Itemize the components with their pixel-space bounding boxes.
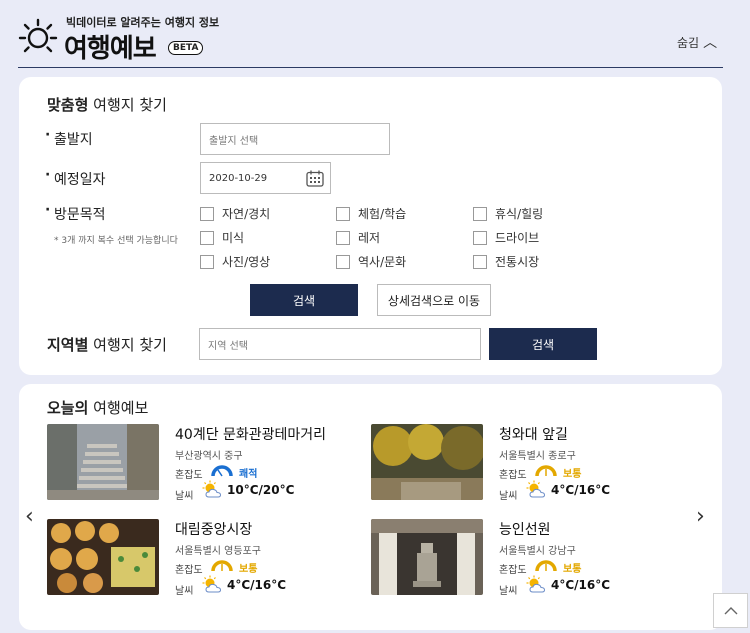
place-name: 대림중앙시장 (175, 522, 253, 538)
place-name: 40계단 문화관광테마거리 (175, 427, 327, 443)
place-name: 능인선원 (499, 522, 551, 538)
crowd-gauge-icon (211, 560, 233, 572)
region-search-button[interactable]: 검색 (489, 328, 597, 360)
custom-search-title: 맞춤형 여행지 찾기 (47, 96, 167, 114)
place-card[interactable]: 40계단 문화관광테마거리 부산광역시 중구 혼잡도 쾌적 날씨 10°C/20… (47, 424, 347, 504)
purpose-checkbox-food[interactable]: 미식 (200, 229, 244, 246)
region-input[interactable]: 지역 선택 (199, 328, 481, 360)
crowd-gauge-icon (535, 465, 557, 477)
place-address: 서울특별시 영등포구 (175, 546, 261, 557)
origin-label: 출발지 (45, 127, 93, 149)
place-photo-temple[interactable] (371, 519, 483, 595)
scroll-to-top-button[interactable] (713, 593, 748, 628)
purpose-checkbox-photo[interactable]: 사진/영상 (200, 253, 270, 270)
temperature: 4°C/16°C (551, 578, 611, 592)
date-label: 예정일자 (45, 167, 105, 189)
place-card[interactable]: 능인선원 서울특별시 강남구 혼잡도 보통 날씨 4°C/16°C (371, 519, 671, 599)
crowd-value: 보통 (563, 564, 582, 575)
calendar-icon[interactable] (306, 170, 324, 187)
purpose-hint: * 3개 까지 복수 선택 가능합니다 (54, 236, 178, 246)
prev-arrow-icon[interactable]: ‹ (25, 504, 34, 529)
place-card[interactable]: 대림중앙시장 서울특별시 영등포구 혼잡도 보통 날씨 4°C/16°C (47, 519, 347, 599)
forecast-title: 오늘의 여행예보 (47, 399, 149, 417)
next-arrow-icon[interactable]: › (696, 504, 705, 529)
checkbox-box[interactable] (336, 206, 350, 221)
temperature: 10°C/20°C (227, 483, 295, 497)
crowd-label: 혼잡도 (175, 470, 203, 481)
detail-search-button[interactable]: 상세검색으로 이동 (377, 284, 491, 316)
temperature: 4°C/16°C (227, 578, 287, 592)
crowd-value: 보통 (239, 564, 258, 575)
purpose-checkbox-healing[interactable]: 휴식/힐링 (473, 205, 543, 222)
purpose-checkbox-experience[interactable]: 체험/학습 (336, 205, 406, 222)
crowd-gauge-icon (211, 465, 233, 477)
weather-label: 날씨 (175, 491, 194, 502)
forecast-card: 오늘의 여행예보 ‹ › 40계단 문화관광테마거리 부산광역시 중구 혼잡도 … (19, 384, 722, 630)
purpose-checkbox-history[interactable]: 역사/문화 (336, 253, 406, 270)
weather-label: 날씨 (175, 586, 194, 597)
checkbox-box[interactable] (473, 206, 487, 221)
checkbox-box[interactable] (473, 230, 487, 245)
hide-button[interactable]: 숨김 ︿ (677, 32, 717, 52)
place-address: 부산광역시 중구 (175, 451, 243, 462)
header: 빅데이터로 알려주는 여행지 정보 여행예보 BETA 숨김 ︿ (0, 0, 750, 70)
region-search-title: 지역별 여행지 찾기 (47, 336, 167, 354)
partly-cloudy-icon (526, 480, 546, 498)
hide-label: 숨김 (677, 36, 700, 50)
crowd-value: 보통 (563, 469, 582, 480)
search-button[interactable]: 검색 (250, 284, 358, 316)
place-photo-trees[interactable] (371, 424, 483, 500)
sun-logo-icon (18, 18, 58, 53)
brand-title: 여행예보 (64, 34, 157, 64)
checkbox-box[interactable] (473, 254, 487, 269)
checkbox-box[interactable] (200, 254, 214, 269)
place-card[interactable]: 청와대 앞길 서울특별시 종로구 혼잡도 보통 날씨 4°C/16°C (371, 424, 671, 504)
checkbox-box[interactable] (200, 206, 214, 221)
temperature: 4°C/16°C (551, 483, 611, 497)
checkbox-box[interactable] (336, 254, 350, 269)
place-name: 청와대 앞길 (499, 427, 568, 443)
weather-label: 날씨 (499, 586, 518, 597)
place-address: 서울특별시 강남구 (499, 546, 576, 557)
chevron-up-icon (724, 607, 737, 615)
purpose-checkbox-leisure[interactable]: 레저 (336, 229, 380, 246)
crowd-value: 쾌적 (239, 469, 258, 480)
partly-cloudy-icon (202, 575, 222, 593)
crowd-gauge-icon (535, 560, 557, 572)
place-photo-market[interactable] (47, 519, 159, 595)
purpose-checkbox-nature[interactable]: 자연/경치 (200, 205, 270, 222)
checkbox-box[interactable] (336, 230, 350, 245)
origin-input[interactable]: 출발지 선택 (200, 123, 390, 155)
header-divider (18, 67, 723, 68)
crowd-label: 혼잡도 (175, 565, 203, 576)
beta-badge: BETA (168, 41, 204, 55)
crowd-label: 혼잡도 (499, 565, 527, 576)
weather-label: 날씨 (499, 491, 518, 502)
purpose-label: 방문목적 (45, 202, 105, 224)
date-input[interactable]: 2020-10-29 (200, 162, 331, 194)
crowd-label: 혼잡도 (499, 470, 527, 481)
partly-cloudy-icon (202, 480, 222, 498)
place-address: 서울특별시 종로구 (499, 451, 576, 462)
purpose-checkbox-market[interactable]: 전통시장 (473, 253, 539, 270)
search-card: 맞춤형 여행지 찾기 출발지 출발지 선택 예정일자 2020-10-29 방문… (19, 77, 722, 375)
checkbox-box[interactable] (200, 230, 214, 245)
place-photo-stairs[interactable] (47, 424, 159, 500)
partly-cloudy-icon (526, 575, 546, 593)
chevron-up-icon: ︿ (703, 35, 718, 51)
purpose-checkbox-drive[interactable]: 드라이브 (473, 229, 539, 246)
